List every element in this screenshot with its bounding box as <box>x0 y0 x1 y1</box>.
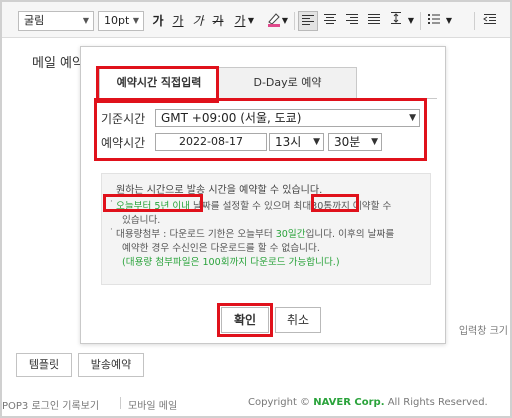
notice-days: 30일간 <box>275 229 306 240</box>
notice-text: 대용량첨부 : 다운로드 기한은 오늘부터 <box>116 229 276 240</box>
align-right-icon[interactable] <box>342 11 362 31</box>
toolbar-divider <box>420 12 421 30</box>
italic-button[interactable]: 가 <box>188 11 208 31</box>
highlight-box <box>311 194 359 212</box>
schedule-dialog: 예약시간 직접입력 D-Day로 예약 기준시간 GMT +09:00 (서울,… <box>80 46 446 344</box>
bullet: · <box>110 225 113 235</box>
highlight-box <box>217 303 273 337</box>
footer-divider <box>120 397 121 409</box>
copyright-text: All Rights Reserved. <box>384 397 488 408</box>
input-size-label[interactable]: 입력창 크기 <box>459 322 508 337</box>
line-height-icon[interactable] <box>386 11 406 31</box>
align-justify-icon[interactable] <box>364 11 384 31</box>
notice-box: 원하는 시간으로 발송 시간을 예약할 수 있습니다. · 오늘부터 5년 이내… <box>101 173 431 285</box>
mobile-mail-link[interactable]: 모바일 메일 <box>128 397 177 412</box>
align-left-icon[interactable] <box>298 11 318 31</box>
notice-line-4: 예약한 경우 수신인은 다운로드를 할 수 없습니다. <box>122 243 320 254</box>
copyright-text: Copyright © <box>248 397 314 408</box>
notice-line-5: (대용량 첨부파일은 100회까지 다운로드 가능합니다.) <box>122 257 340 268</box>
toolbar-divider <box>474 12 475 30</box>
tab-dday[interactable]: D-Day로 예약 <box>219 67 357 99</box>
font-family-select[interactable]: 굴림 ▼ <box>18 11 94 31</box>
notice-text: 입니다. 이후의 날짜를 <box>305 229 395 240</box>
highlight-box <box>103 194 203 212</box>
template-button[interactable]: 템플릿 <box>16 353 72 377</box>
notice-line-2: 있습니다. <box>122 215 161 226</box>
align-center-icon[interactable] <box>320 11 340 31</box>
editor-content[interactable]: 메일 예약 <box>32 52 84 71</box>
chevron-down-icon: ▼ <box>82 16 89 25</box>
cancel-button[interactable]: 취소 <box>275 307 321 333</box>
chevron-down-icon[interactable]: ▼ <box>246 11 256 31</box>
chevron-down-icon[interactable]: ▼ <box>280 11 290 31</box>
numbered-list-icon[interactable] <box>424 11 444 31</box>
underline-button[interactable]: 가 <box>168 11 188 31</box>
font-size-value: 10pt <box>104 14 130 27</box>
chevron-down-icon: ▼ <box>132 16 139 25</box>
highlight-box <box>94 98 427 161</box>
font-family-value: 굴림 <box>24 14 45 27</box>
naver-logo-text: NAVER Corp. <box>313 397 385 408</box>
notice-line-3: 대용량첨부 : 다운로드 기한은 오늘부터 30일간입니다. 이후의 날짜를 <box>116 226 394 240</box>
strikethrough-button[interactable]: 가 <box>208 11 228 31</box>
toolbar-divider <box>294 12 295 30</box>
copyright: Copyright © NAVER Corp. All Rights Reser… <box>248 397 488 408</box>
bold-button[interactable]: 가 <box>148 11 168 31</box>
chevron-down-icon[interactable]: ▼ <box>444 11 454 31</box>
pop3-login-history-link[interactable]: POP3 로그인 기록보기 <box>2 397 99 412</box>
outdent-icon[interactable] <box>480 11 500 31</box>
font-size-select[interactable]: 10pt ▼ <box>98 11 144 31</box>
notice-text: 날짜를 설정할 수 있으며 <box>190 201 291 212</box>
footer: POP3 로그인 기록보기 모바일 메일 Copyright © NAVER C… <box>2 393 510 415</box>
scheduled-send-button[interactable]: 발송예약 <box>78 353 144 377</box>
chevron-down-icon[interactable]: ▼ <box>406 11 416 31</box>
editor-toolbar: 굴림 ▼ 10pt ▼ 가 가 가 가 가 ▼ ▼ ▼ ▼ <box>2 2 510 38</box>
